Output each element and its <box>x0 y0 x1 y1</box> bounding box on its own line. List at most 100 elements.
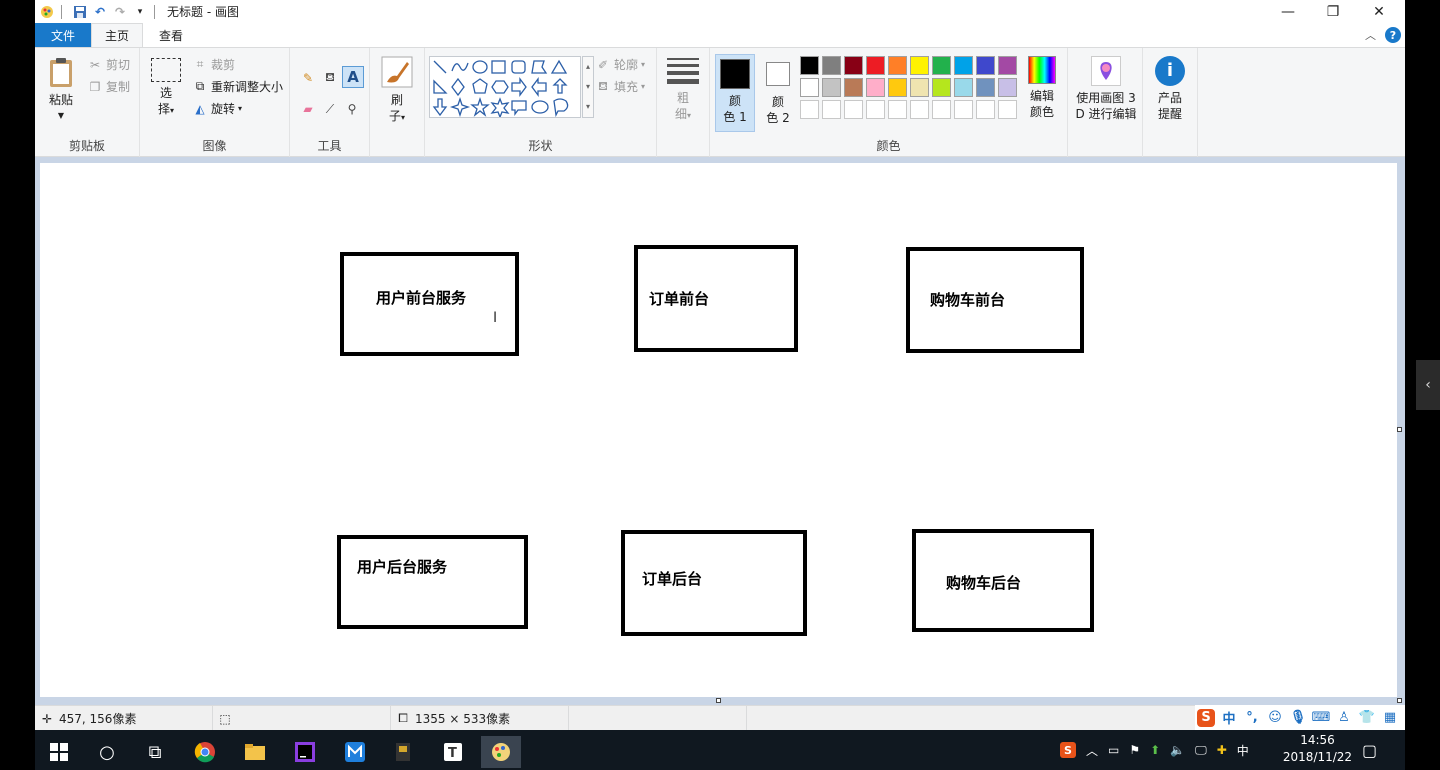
crop-button[interactable]: ⌗ 裁剪 <box>192 56 235 73</box>
resize-handle-corner[interactable] <box>1397 698 1402 703</box>
resize-handle-right[interactable] <box>1397 427 1402 432</box>
redo-icon[interactable]: ↷ <box>112 4 128 20</box>
typora-icon[interactable]: T <box>433 736 473 768</box>
maxthon-icon[interactable] <box>335 736 375 768</box>
shapes-gallery[interactable] <box>429 56 581 118</box>
undo-icon[interactable]: ↶ <box>92 4 108 20</box>
palette-color-swatch[interactable] <box>888 78 907 97</box>
palette-color-swatch[interactable] <box>954 56 973 75</box>
show-hidden-icons-icon[interactable]: ︿ <box>1086 742 1098 759</box>
tab-file[interactable]: 文件 <box>35 23 91 47</box>
text-tool-icon[interactable]: A <box>342 66 364 88</box>
palette-color-swatch[interactable] <box>910 56 929 75</box>
custom-color-slot[interactable] <box>954 100 973 119</box>
edit-colors-button[interactable]: 编辑 颜色 <box>1022 56 1062 120</box>
select-button[interactable]: 选 择▾ <box>148 58 184 119</box>
custom-color-slot[interactable] <box>866 100 885 119</box>
task-view-icon[interactable]: ⧉ <box>135 736 175 768</box>
custom-color-slot[interactable] <box>976 100 995 119</box>
brushes-button[interactable]: 刷 子▾ <box>378 56 416 126</box>
customize-qat-icon[interactable]: ▾ <box>132 4 148 20</box>
ime-punct[interactable]: °, <box>1243 709 1261 727</box>
chrome-icon[interactable] <box>185 736 225 768</box>
outline-button[interactable]: ✐ 轮廓 ▾ <box>595 56 645 73</box>
taskbar-ime-lang[interactable]: 中 <box>1237 742 1249 759</box>
palette-color-swatch[interactable] <box>976 56 995 75</box>
palette-color-swatch[interactable] <box>822 78 841 97</box>
fill-button[interactable]: ⛾ 填充 ▾ <box>595 78 645 95</box>
file-explorer-icon[interactable] <box>235 736 275 768</box>
fill-bucket-icon[interactable]: ⛾ <box>322 70 338 86</box>
network-icon[interactable]: 🖵 <box>1195 743 1207 758</box>
resize-handle-bottom[interactable] <box>716 698 721 703</box>
palette-color-swatch[interactable] <box>932 78 951 97</box>
volume-icon[interactable]: 🔈 <box>1170 743 1185 757</box>
help-icon[interactable]: ? <box>1385 27 1401 43</box>
battery-icon[interactable]: ▭ <box>1108 743 1119 757</box>
palette-color-swatch[interactable] <box>932 56 951 75</box>
custom-color-slot[interactable] <box>998 100 1017 119</box>
upload-icon[interactable]: ⬆ <box>1150 743 1160 757</box>
custom-color-slot[interactable] <box>932 100 951 119</box>
custom-color-slot[interactable] <box>910 100 929 119</box>
side-panel-toggle[interactable]: ‹ <box>1416 360 1440 410</box>
color-picker-icon[interactable]: ⟋ <box>322 101 338 117</box>
keyboard-icon[interactable]: ⌨ <box>1312 709 1331 727</box>
magnifier-icon[interactable]: ⚲ <box>344 101 360 117</box>
app-icon[interactable] <box>383 736 423 768</box>
color2-button[interactable]: 颜 色 2 <box>760 58 796 126</box>
rotate-button[interactable]: ◭ 旋转 ▾ <box>192 100 242 117</box>
palette-color-swatch[interactable] <box>800 56 819 75</box>
tab-view[interactable]: 查看 <box>145 23 197 47</box>
start-button[interactable] <box>39 736 79 768</box>
palette-color-swatch[interactable] <box>800 78 819 97</box>
eraser-icon[interactable]: ▰ <box>300 101 316 117</box>
sogou-logo-icon[interactable]: S <box>1197 708 1215 727</box>
paint-taskbar-icon[interactable] <box>481 736 521 768</box>
custom-color-slot[interactable] <box>822 100 841 119</box>
palette-color-swatch[interactable] <box>910 78 929 97</box>
microphone-icon[interactable]: 🎙 <box>1289 709 1307 727</box>
pin-icon[interactable]: ⚑ <box>1129 743 1140 757</box>
tab-home[interactable]: 主页 <box>91 23 143 47</box>
resize-button[interactable]: ⧉ 重新调整大小 <box>192 78 283 95</box>
notification-icon[interactable]: ▢ <box>1362 730 1377 770</box>
minimize-button[interactable]: — <box>1265 0 1311 23</box>
intellij-icon[interactable] <box>285 736 325 768</box>
search-icon[interactable]: ○ <box>87 736 127 768</box>
palette-color-swatch[interactable] <box>998 56 1017 75</box>
grid-icon[interactable]: ▦ <box>1381 709 1399 727</box>
sogou-tray-icon[interactable]: S <box>1060 742 1076 758</box>
drawing-canvas[interactable]: 用户前台服务 I 订单前台 购物车前台 用户后台服务 订单后台 购物车后台 <box>40 163 1397 697</box>
pencil-icon[interactable]: ✎ <box>300 70 316 86</box>
palette-color-swatch[interactable] <box>998 78 1017 97</box>
palette-color-swatch[interactable] <box>866 78 885 97</box>
person-icon[interactable]: ♙ <box>1335 709 1353 727</box>
close-button[interactable]: ✕ <box>1356 0 1402 23</box>
clock[interactable]: 14:56 2018/11/22 <box>1280 732 1355 766</box>
paint3d-button[interactable]: 使用画图 3 D 进行编辑 <box>1070 56 1142 122</box>
collapse-ribbon-icon[interactable]: ︿ <box>1365 27 1376 43</box>
palette-color-swatch[interactable] <box>822 56 841 75</box>
shapes-scroll[interactable]: ▴ ▾ ▾ <box>582 56 594 118</box>
size-button[interactable]: 粗 细▾ <box>665 58 701 124</box>
shape-box[interactable] <box>337 535 528 629</box>
palette-color-swatch[interactable] <box>866 56 885 75</box>
product-alert-button[interactable]: i 产品 提醒 <box>1149 56 1191 122</box>
custom-color-slot[interactable] <box>844 100 863 119</box>
palette-color-swatch[interactable] <box>844 78 863 97</box>
save-icon[interactable] <box>72 4 88 20</box>
palette-color-swatch[interactable] <box>976 78 995 97</box>
copy-button[interactable]: ❐ 复制 <box>87 78 130 95</box>
paste-button[interactable]: 粘贴 ▼ <box>43 56 79 124</box>
custom-color-slot[interactable] <box>888 100 907 119</box>
maximize-button[interactable]: ❐ <box>1310 0 1356 23</box>
security-icon[interactable]: ✚ <box>1217 743 1227 757</box>
cut-button[interactable]: ✂ 剪切 <box>87 56 130 73</box>
palette-color-swatch[interactable] <box>844 56 863 75</box>
shirt-icon[interactable]: 👕 <box>1358 709 1376 727</box>
paste-dropdown-icon[interactable]: ▼ <box>43 108 79 124</box>
emoji-icon[interactable]: ☺ <box>1266 709 1284 727</box>
color1-button[interactable]: 颜 色 1 <box>715 54 755 132</box>
palette-color-swatch[interactable] <box>888 56 907 75</box>
